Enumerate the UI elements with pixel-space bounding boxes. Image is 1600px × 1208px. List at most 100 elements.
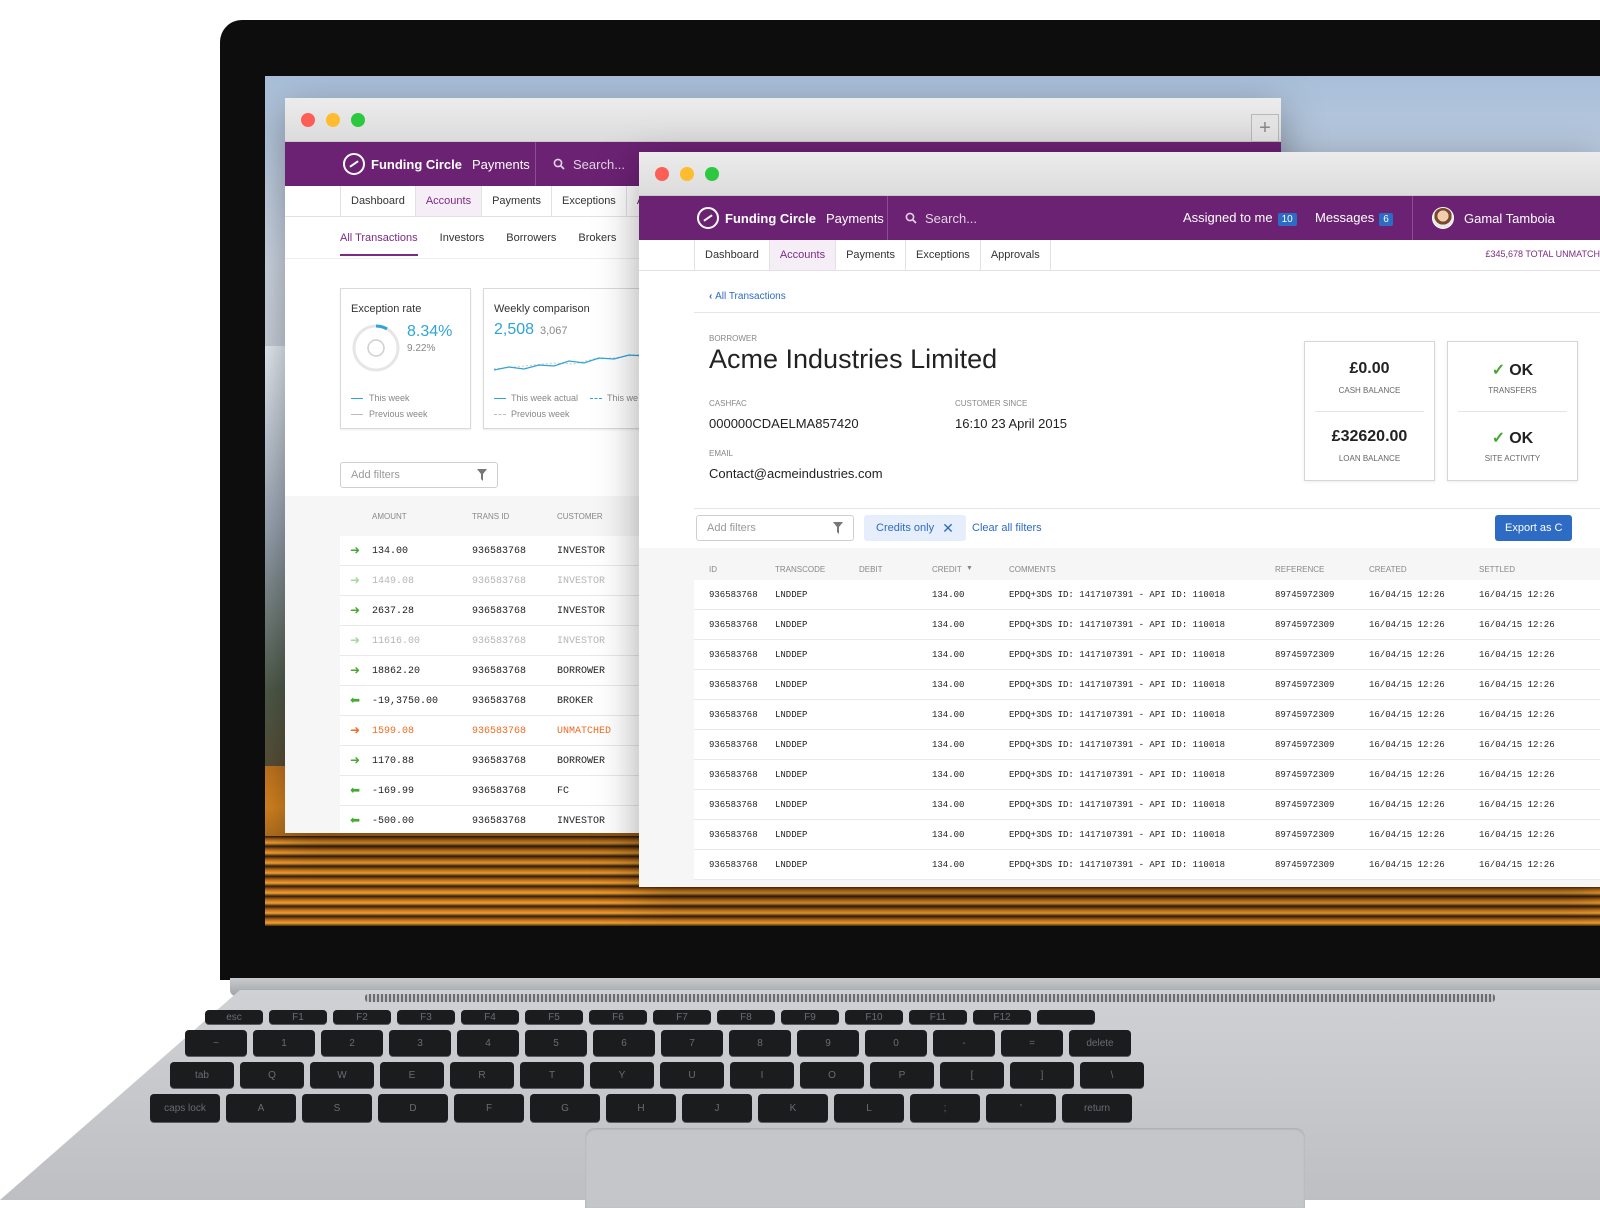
key[interactable]: D: [378, 1094, 448, 1122]
col-credit[interactable]: CREDIT: [932, 565, 962, 574]
close-icon[interactable]: ✕: [942, 520, 954, 537]
key[interactable]: U: [660, 1062, 724, 1088]
key[interactable]: R: [450, 1062, 514, 1088]
subtab-all-transactions[interactable]: All Transactions: [340, 232, 418, 256]
subtab-borrowers[interactable]: Borrowers: [506, 232, 556, 244]
key[interactable]: delete: [1069, 1030, 1131, 1056]
total-unmatched-banner[interactable]: £345,678 TOTAL UNMATCH: [1485, 249, 1600, 259]
key[interactable]: tab: [170, 1062, 234, 1088]
key[interactable]: \: [1080, 1062, 1144, 1088]
close-window-button[interactable]: [655, 167, 669, 181]
back-add-filters-input[interactable]: Add filters: [340, 462, 498, 488]
key[interactable]: T: [520, 1062, 584, 1088]
key[interactable]: Y: [590, 1062, 654, 1088]
key[interactable]: F10: [845, 1010, 903, 1024]
key[interactable]: esc: [205, 1010, 263, 1024]
key[interactable]: S: [302, 1094, 372, 1122]
key[interactable]: =: [1001, 1030, 1063, 1056]
key[interactable]: G: [530, 1094, 600, 1122]
table-row[interactable]: 936583768 LNDDEP 134.00 EPDQ+3DS ID: 141710…: [694, 610, 1600, 640]
key[interactable]: E: [380, 1062, 444, 1088]
key[interactable]: Q: [240, 1062, 304, 1088]
minimize-window-button[interactable]: [680, 167, 694, 181]
key[interactable]: F7: [653, 1010, 711, 1024]
zoom-window-button[interactable]: [705, 167, 719, 181]
nav-tab-payments[interactable]: Payments: [482, 186, 552, 216]
key[interactable]: caps lock: [150, 1094, 220, 1122]
front-search-input[interactable]: Search...: [905, 211, 977, 226]
front-window-titlebar[interactable]: [639, 152, 1600, 196]
key[interactable]: 1: [253, 1030, 315, 1056]
key[interactable]: [: [940, 1062, 1004, 1088]
key[interactable]: 6: [593, 1030, 655, 1056]
table-row[interactable]: 936583768 LNDDEP 134.00 EPDQ+3DS ID: 141710…: [694, 670, 1600, 700]
subtab-brokers[interactable]: Brokers: [578, 232, 616, 244]
key[interactable]: 7: [661, 1030, 723, 1056]
key[interactable]: F1: [269, 1010, 327, 1024]
key[interactable]: F: [454, 1094, 524, 1122]
nav-tab-approvals[interactable]: Approvals: [981, 240, 1051, 270]
key[interactable]: F9: [781, 1010, 839, 1024]
key[interactable]: F8: [717, 1010, 775, 1024]
key[interactable]: 8: [729, 1030, 791, 1056]
key[interactable]: K: [758, 1094, 828, 1122]
assigned-to-me-link[interactable]: Assigned to me 10: [1183, 210, 1297, 226]
key[interactable]: -: [933, 1030, 995, 1056]
key[interactable]: F6: [589, 1010, 647, 1024]
table-row[interactable]: 936583768 LNDDEP 134.00 EPDQ+3DS ID: 141710…: [694, 850, 1600, 880]
back-search-input[interactable]: Search...: [553, 157, 625, 172]
new-tab-button[interactable]: +: [1251, 114, 1279, 142]
nav-tab-accounts[interactable]: Accounts: [415, 186, 483, 216]
back-window-titlebar[interactable]: +: [285, 98, 1281, 142]
key[interactable]: [1037, 1010, 1095, 1024]
close-window-button[interactable]: [301, 113, 315, 127]
caret-down-icon[interactable]: ▼: [966, 565, 973, 572]
email-value[interactable]: Contact@acmeindustries.com: [709, 466, 883, 481]
credits-only-filter-chip[interactable]: Credits only ✕: [864, 515, 966, 541]
back-link[interactable]: ‹ All Transactions: [709, 291, 786, 302]
messages-link[interactable]: Messages 6: [1315, 210, 1393, 226]
key[interactable]: I: [730, 1062, 794, 1088]
key[interactable]: ;: [910, 1094, 980, 1122]
key[interactable]: L: [834, 1094, 904, 1122]
table-row[interactable]: 936583768 LNDDEP 134.00 EPDQ+3DS ID: 141710…: [694, 580, 1600, 610]
nav-tab-dashboard[interactable]: Dashboard: [694, 240, 770, 270]
key[interactable]: F2: [333, 1010, 391, 1024]
minimize-window-button[interactable]: [326, 113, 340, 127]
nav-tab-exceptions[interactable]: Exceptions: [906, 240, 981, 270]
table-row[interactable]: 936583768 LNDDEP 134.00 EPDQ+3DS ID: 141710…: [694, 760, 1600, 790]
key[interactable]: P: [870, 1062, 934, 1088]
key[interactable]: return: [1062, 1094, 1132, 1122]
brand-logo[interactable]: Funding Circle Payments: [343, 153, 530, 175]
key[interactable]: ]: [1010, 1062, 1074, 1088]
key[interactable]: F4: [461, 1010, 519, 1024]
key[interactable]: O: [800, 1062, 864, 1088]
key[interactable]: ~: [185, 1030, 247, 1056]
table-row[interactable]: 936583768 LNDDEP 134.00 EPDQ+3DS ID: 141710…: [694, 700, 1600, 730]
brand-logo[interactable]: Funding Circle Payments: [697, 207, 884, 229]
table-row[interactable]: 936583768 LNDDEP 134.00 EPDQ+3DS ID: 141710…: [694, 790, 1600, 820]
front-add-filters-input[interactable]: Add filters: [696, 515, 854, 541]
nav-tab-accounts[interactable]: Accounts: [769, 240, 837, 270]
key[interactable]: F3: [397, 1010, 455, 1024]
nav-tab-dashboard[interactable]: Dashboard: [340, 186, 416, 216]
export-button[interactable]: Export as C: [1495, 515, 1573, 541]
key[interactable]: J: [682, 1094, 752, 1122]
key[interactable]: H: [606, 1094, 676, 1122]
key[interactable]: 2: [321, 1030, 383, 1056]
key[interactable]: 4: [457, 1030, 519, 1056]
nav-tab-exceptions[interactable]: Exceptions: [552, 186, 627, 216]
subtab-investors[interactable]: Investors: [440, 232, 485, 244]
exception-rate-card[interactable]: Exception rate 8.34% 9.22% This week Pre…: [340, 288, 471, 429]
key[interactable]: F5: [525, 1010, 583, 1024]
key[interactable]: A: [226, 1094, 296, 1122]
table-row[interactable]: 936583768 LNDDEP 134.00 EPDQ+3DS ID: 141710…: [694, 730, 1600, 760]
key[interactable]: ': [986, 1094, 1056, 1122]
key[interactable]: F11: [909, 1010, 967, 1024]
zoom-window-button[interactable]: [351, 113, 365, 127]
trackpad[interactable]: [585, 1128, 1305, 1208]
key[interactable]: 0: [865, 1030, 927, 1056]
nav-tab-payments[interactable]: Payments: [836, 240, 906, 270]
table-row[interactable]: 936583768 LNDDEP 134.00 EPDQ+3DS ID: 141710…: [694, 820, 1600, 850]
key[interactable]: W: [310, 1062, 374, 1088]
